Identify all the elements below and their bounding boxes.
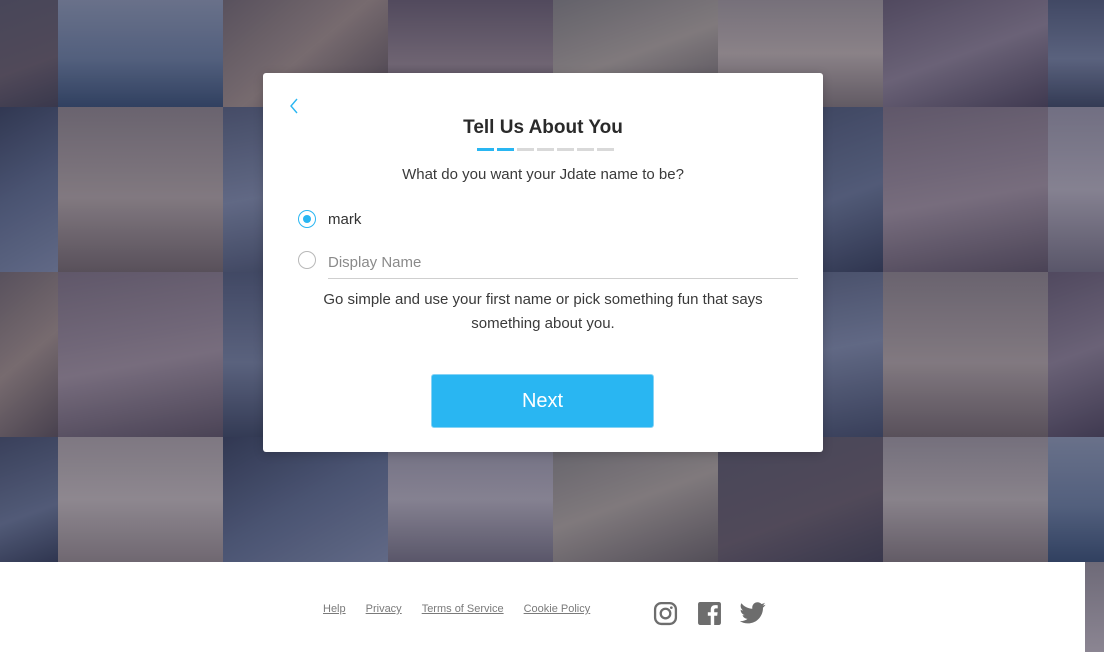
progress-step-pending	[577, 148, 594, 151]
back-button[interactable]	[285, 95, 303, 117]
progress-step-pending	[557, 148, 574, 151]
footer-link-terms[interactable]: Terms of Service	[422, 603, 504, 615]
name-option-mark[interactable]: mark	[298, 207, 361, 231]
footer-links: Help Privacy Terms of Service Cookie Pol…	[323, 603, 590, 615]
display-name-input[interactable]	[328, 247, 798, 279]
footer-link-help[interactable]: Help	[323, 603, 346, 615]
progress-step-complete	[497, 148, 514, 151]
facebook-icon[interactable]	[696, 600, 722, 626]
next-button[interactable]: Next	[431, 374, 654, 428]
about-you-modal: Tell Us About You What do you want your …	[263, 73, 823, 452]
instagram-icon[interactable]	[652, 600, 678, 626]
radio-button-unchecked[interactable]	[298, 251, 316, 269]
background-edge	[1085, 562, 1104, 652]
name-option-label: mark	[328, 210, 362, 228]
progress-step-pending	[597, 148, 614, 151]
twitter-icon[interactable]	[740, 600, 766, 626]
display-name-option[interactable]	[298, 248, 316, 272]
footer-link-privacy[interactable]: Privacy	[366, 603, 402, 615]
radio-button-checked[interactable]	[298, 210, 316, 228]
footer: Help Privacy Terms of Service Cookie Pol…	[0, 562, 1085, 652]
progress-step-complete	[477, 148, 494, 151]
footer-link-cookie-policy[interactable]: Cookie Policy	[524, 603, 591, 615]
step-progress-indicator	[477, 148, 614, 151]
social-links	[652, 600, 766, 626]
chevron-left-icon	[290, 98, 298, 114]
progress-step-pending	[517, 148, 534, 151]
progress-step-pending	[537, 148, 554, 151]
modal-title: Tell Us About You	[463, 117, 623, 138]
name-question: What do you want your Jdate name to be?	[402, 166, 684, 183]
helper-text: Go simple and use your first name or pic…	[323, 291, 763, 332]
